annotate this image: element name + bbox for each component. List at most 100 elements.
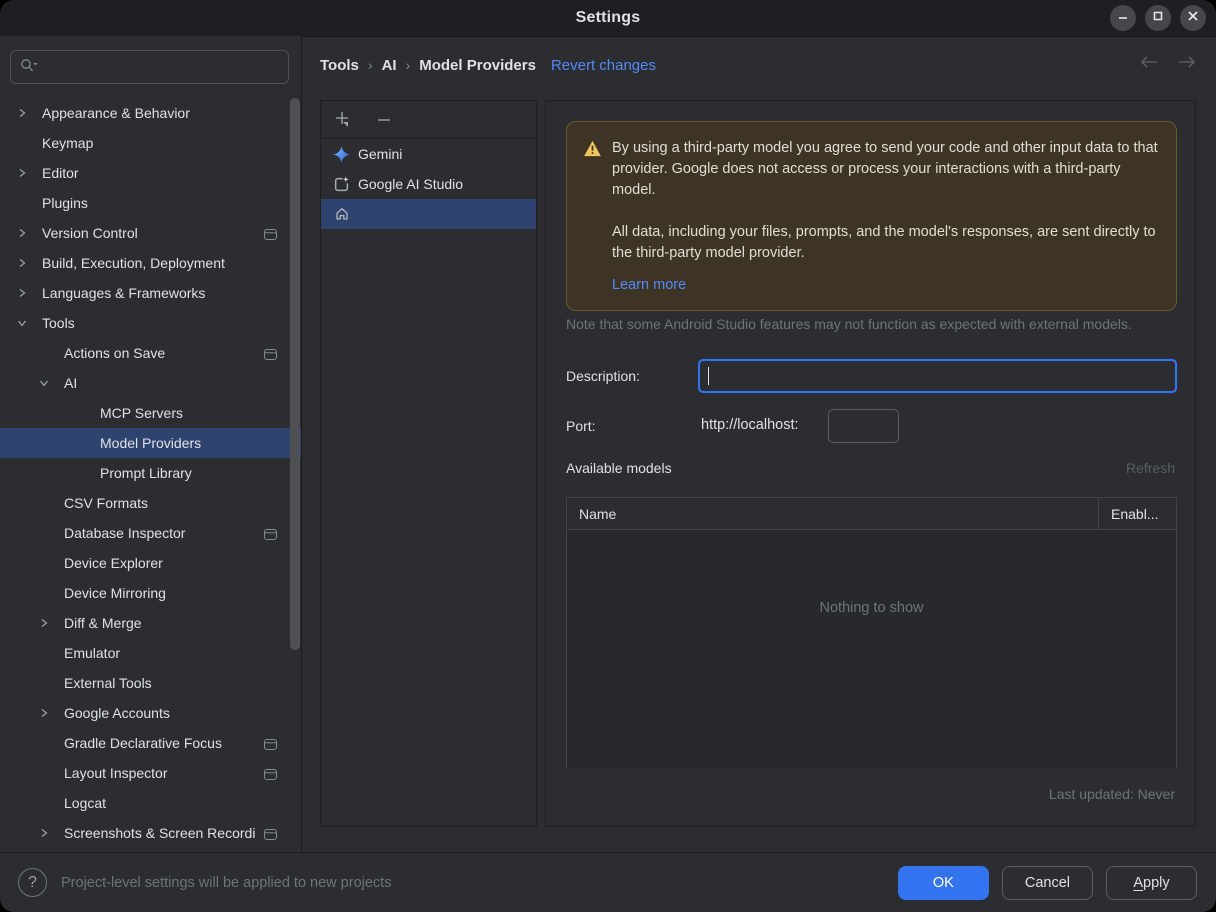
chevron-right-icon[interactable] bbox=[14, 105, 30, 121]
provider-item-google-ai-studio[interactable]: Google AI Studio bbox=[321, 169, 536, 199]
column-header-name[interactable]: Name bbox=[567, 506, 1098, 522]
sidebar-item-plugins[interactable]: Plugins bbox=[0, 188, 301, 218]
sidebar-item-label: Build, Execution, Deployment bbox=[42, 255, 225, 271]
sidebar-item-label: Keymap bbox=[42, 135, 94, 151]
chevron-down-icon[interactable] bbox=[36, 375, 52, 391]
description-input[interactable] bbox=[698, 359, 1177, 393]
sidebar-item-google-accounts[interactable]: Google Accounts bbox=[0, 698, 301, 728]
forward-arrow-icon[interactable] bbox=[1176, 54, 1198, 75]
revert-changes-link[interactable]: Revert changes bbox=[551, 57, 656, 74]
chevron-right-icon[interactable] bbox=[14, 225, 30, 241]
sidebar-item-label: Gradle Declarative Focus bbox=[64, 735, 222, 751]
sidebar-item-label: Appearance & Behavior bbox=[42, 105, 190, 121]
chevron-right-icon[interactable] bbox=[36, 705, 52, 721]
sidebar-item-prompt-library[interactable]: Prompt Library bbox=[0, 458, 301, 488]
sidebar-item-ai[interactable]: AI bbox=[0, 368, 301, 398]
sidebar-item-actions-on-save[interactable]: Actions on Save bbox=[0, 338, 301, 368]
sidebar-item-label: Database Inspector bbox=[64, 525, 186, 541]
sidebar-item-label: Languages & Frameworks bbox=[42, 285, 206, 301]
sidebar-item-editor[interactable]: Editor bbox=[0, 158, 301, 188]
chevron-right-icon[interactable] bbox=[36, 825, 52, 841]
chevron-right-icon[interactable] bbox=[14, 285, 30, 301]
sidebar-item-version-control[interactable]: Version Control bbox=[0, 218, 301, 248]
warning-paragraph-1: By using a third-party model you agree t… bbox=[612, 140, 1158, 198]
project-level-badge-icon bbox=[264, 767, 277, 780]
sidebar-item-label: Editor bbox=[42, 165, 79, 181]
sidebar-item-keymap[interactable]: Keymap bbox=[0, 128, 301, 158]
search-icon bbox=[20, 58, 38, 77]
sidebar-item-csv-formats[interactable]: CSV Formats bbox=[0, 488, 301, 518]
maximize-icon bbox=[1152, 9, 1164, 27]
sidebar-item-gradle-declarative-focus[interactable]: Gradle Declarative Focus bbox=[0, 728, 301, 758]
sidebar-item-database-inspector[interactable]: Database Inspector bbox=[0, 518, 301, 548]
project-level-badge-icon bbox=[264, 737, 277, 750]
warning-icon bbox=[583, 140, 603, 294]
provider-item-gemini[interactable]: Gemini bbox=[321, 139, 536, 169]
models-table: Name Enabl... Nothing to show bbox=[566, 497, 1177, 769]
sidebar-item-logcat[interactable]: Logcat bbox=[0, 788, 301, 818]
close-button[interactable] bbox=[1180, 5, 1206, 31]
sidebar-item-model-providers[interactable]: Model Providers bbox=[0, 428, 301, 458]
port-prefix: http://localhost: bbox=[701, 417, 799, 433]
help-button[interactable]: ? bbox=[18, 868, 47, 897]
models-table-header: Name Enabl... bbox=[567, 498, 1176, 530]
provider-form-panel: By using a third-party model you agree t… bbox=[545, 100, 1196, 827]
breadcrumb-model-providers[interactable]: Model Providers bbox=[419, 57, 536, 74]
breadcrumb-tools[interactable]: Tools bbox=[320, 57, 359, 74]
sidebar-item-external-tools[interactable]: External Tools bbox=[0, 668, 301, 698]
chevron-right-icon[interactable] bbox=[14, 165, 30, 181]
sidebar-item-diff-merge[interactable]: Diff & Merge bbox=[0, 608, 301, 638]
ok-button[interactable]: OK bbox=[897, 865, 989, 900]
text-caret bbox=[708, 367, 709, 385]
project-level-badge-icon bbox=[264, 347, 277, 360]
project-level-badge-icon bbox=[264, 527, 277, 540]
sidebar-item-build-execution-deployment[interactable]: Build, Execution, Deployment bbox=[0, 248, 301, 278]
sidebar-item-label: Model Providers bbox=[100, 435, 202, 451]
cancel-button[interactable]: Cancel bbox=[1001, 865, 1093, 900]
sidebar-item-device-mirroring[interactable]: Device Mirroring bbox=[0, 578, 301, 608]
sidebar-item-languages-frameworks[interactable]: Languages & Frameworks bbox=[0, 278, 301, 308]
sidebar-item-appearance-behavior[interactable]: Appearance & Behavior bbox=[0, 98, 301, 128]
question-mark-icon: ? bbox=[28, 873, 37, 891]
settings-sidebar: Appearance & Behavior Keymap Editor Plugins… bbox=[0, 36, 302, 852]
sidebar-item-device-explorer[interactable]: Device Explorer bbox=[0, 548, 301, 578]
sidebar-item-label: Diff & Merge bbox=[64, 615, 142, 631]
chevron-right-icon[interactable] bbox=[36, 615, 52, 631]
sidebar-scrollbar[interactable] bbox=[290, 98, 300, 650]
minimize-button[interactable] bbox=[1110, 5, 1136, 31]
sidebar-item-tools[interactable]: Tools bbox=[0, 308, 301, 338]
models-table-empty-text: Nothing to show bbox=[567, 530, 1176, 769]
warning-paragraph-2: All data, including your files, prompts,… bbox=[612, 224, 1156, 261]
add-provider-button[interactable] bbox=[333, 109, 355, 131]
close-icon bbox=[1187, 9, 1199, 27]
sidebar-item-label: External Tools bbox=[64, 675, 152, 691]
provider-item-unnamed[interactable] bbox=[321, 199, 536, 229]
sidebar-item-mcp-servers[interactable]: MCP Servers bbox=[0, 398, 301, 428]
maximize-button[interactable] bbox=[1145, 5, 1171, 31]
search-input[interactable] bbox=[44, 58, 268, 76]
sidebar-item-screenshots-screen-recordi[interactable]: Screenshots & Screen Recordi bbox=[0, 818, 301, 848]
port-input[interactable] bbox=[828, 409, 899, 443]
refresh-link[interactable]: Refresh bbox=[1126, 460, 1175, 476]
home-icon bbox=[333, 206, 350, 223]
learn-more-link[interactable]: Learn more bbox=[612, 277, 686, 293]
breadcrumb-ai[interactable]: AI bbox=[382, 57, 397, 74]
remove-provider-button[interactable] bbox=[373, 109, 395, 131]
apply-button[interactable]: Apply bbox=[1106, 865, 1197, 900]
column-header-enabled[interactable]: Enabl... bbox=[1098, 498, 1176, 529]
dialog-footer: ? Project-level settings will be applied… bbox=[0, 852, 1216, 912]
ai-studio-icon bbox=[333, 176, 350, 193]
chevron-right-icon[interactable] bbox=[14, 255, 30, 271]
settings-search-field[interactable] bbox=[10, 50, 289, 84]
sidebar-item-emulator[interactable]: Emulator bbox=[0, 638, 301, 668]
sidebar-item-label: MCP Servers bbox=[100, 405, 183, 421]
sidebar-item-layout-inspector[interactable]: Layout Inspector bbox=[0, 758, 301, 788]
chevron-down-icon[interactable] bbox=[14, 315, 30, 331]
back-arrow-icon[interactable] bbox=[1138, 54, 1160, 75]
